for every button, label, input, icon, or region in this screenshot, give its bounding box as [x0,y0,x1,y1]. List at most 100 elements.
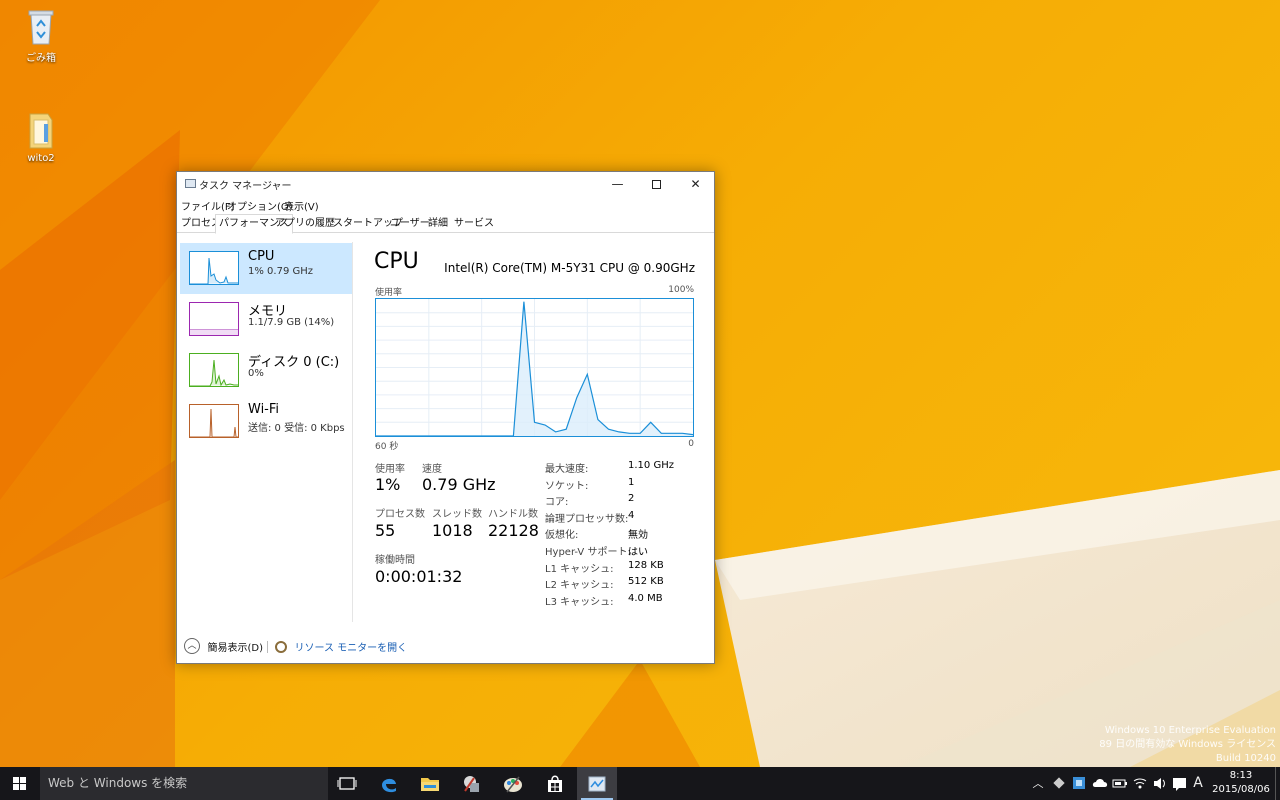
disk-thumbnail-graph [189,353,239,387]
task-view-icon [337,777,357,790]
spec-label: L1 キャッシュ: [545,564,614,575]
speaker-icon [1154,778,1165,789]
minimize-button[interactable]: — [598,172,637,196]
handles-value: 22128 [488,521,539,540]
spec-value: はい [628,547,648,558]
spec-label: 仮想化: [545,530,579,541]
store-icon [548,775,562,792]
performance-content: CPU 1% 0.79 GHz メモリ 1.1/7.9 GB (14%) ディス… [177,234,714,629]
close-icon: ✕ [690,177,701,191]
spec-value: 1.10 GHz [628,460,674,471]
speed-label: 速度 [422,464,442,475]
open-resource-monitor-link[interactable]: リソース モニターを開く [275,639,407,654]
sidebar-item-memory[interactable]: メモリ 1.1/7.9 GB (14%) [180,294,352,345]
show-hidden-icons-button[interactable]: ︿ [1030,767,1046,800]
cpu-heading: CPU [374,249,419,274]
graph-label-usage: 使用率 [375,288,403,298]
taskbar-search-box[interactable]: Web と Windows を検索 [40,767,328,800]
cpu-detail-panel: CPU Intel(R) Core(TM) M-5Y31 CPU @ 0.90G… [373,234,703,629]
menu-options[interactable]: オプション(O) [227,198,293,213]
task-manager-taskbar-button[interactable] [577,767,617,800]
spec-label: ソケット: [545,481,589,492]
recycle-bin-icon [24,6,58,46]
store-taskbar-button[interactable] [535,767,575,800]
edge-taskbar-button[interactable] [369,767,409,800]
fewer-details-button[interactable]: ︿ 簡易表示(D) [184,638,263,654]
spec-value: 無効 [628,530,648,541]
tray-app-button[interactable] [1070,767,1088,800]
show-desktop-button[interactable] [1275,767,1280,800]
graph-label-60s: 60 秒 [375,442,399,452]
onedrive-button[interactable] [1090,767,1110,800]
sidebar-disk-sub: 0% [248,368,264,379]
spec-label: Hyper-V サポート: [545,547,631,558]
wifi-thumbnail-graph [189,404,239,438]
tab-app-history[interactable]: アプリの履歴 [272,215,338,233]
close-button[interactable]: ✕ [676,172,715,196]
start-button[interactable] [0,767,40,800]
app-b-taskbar-button[interactable] [493,767,533,800]
spec-label: L3 キャッシュ: [545,597,614,608]
spec-value: 2 [628,493,635,504]
tray-app-button[interactable] [1050,767,1068,800]
edge-icon [382,778,396,793]
tab-bar: プロセス パフォーマンス アプリの履歴 スタートアップ ユーザー 詳細 サービス [177,214,714,234]
app-icon-b [504,776,522,793]
task-manager-app-icon [185,179,196,188]
threads-label: スレッド数 [432,509,482,520]
sidebar-item-wifi[interactable]: Wi-Fi 送信: 0 受信: 0 Kbps [180,396,352,447]
app-icon-a [464,776,479,792]
taskbar: Web と Windows を検索 ︿ A 8:13 2015/08/06 [0,767,1280,800]
sidebar-item-cpu[interactable]: CPU 1% 0.79 GHz [180,243,352,294]
graph-label-100: 100% [668,285,694,295]
spec-label: 論理プロセッサ数: [545,514,629,525]
battery-icon [1112,779,1127,788]
window-footer: ︿ 簡易表示(D) リソース モニターを開く [177,635,714,663]
uptime-value: 0:00:01:32 [375,567,463,586]
task-view-button[interactable] [327,767,367,800]
cpu-model: Intel(R) Core(TM) M-5Y31 CPU @ 0.90GHz [444,261,695,275]
resource-sidebar: CPU 1% 0.79 GHz メモリ 1.1/7.9 GB (14%) ディス… [180,243,352,447]
title-bar[interactable]: タスク マネージャー — ✕ [177,172,714,196]
diamond-icon [1053,777,1065,789]
sidebar-wifi-name: Wi-Fi [248,402,280,417]
clock-time: 8:13 [1229,770,1253,781]
app-a-taskbar-button[interactable] [452,767,492,800]
cpu-thumbnail-graph [189,251,239,285]
folder-icon [24,110,58,150]
spec-value: 128 KB [628,560,664,571]
menu-bar: ファイル(F) オプション(O) 表示(V) [177,196,714,214]
cpu-usage-chart-svg [376,299,694,437]
chevron-up-icon: ︿ [1032,777,1044,790]
maximize-button[interactable] [637,172,676,196]
handles-label: ハンドル数 [488,509,538,520]
spec-value: 512 KB [628,576,664,587]
folder-desktop-icon[interactable]: wito2 [6,110,76,164]
speed-value: 0.79 GHz [422,475,496,494]
spec-value: 4.0 MB [628,593,663,604]
sidebar-cpu-name: CPU [248,249,275,264]
usage-label: 使用率 [375,464,405,475]
recycle-bin-desktop-icon[interactable]: ごみ箱 [6,6,76,64]
taskbar-clock[interactable]: 8:13 2015/08/06 [1212,769,1270,797]
tab-services[interactable]: サービス [451,215,497,233]
chevron-up-icon: ︿ [184,638,200,654]
action-center-button[interactable] [1171,767,1189,800]
wifi-signal-icon [1133,778,1147,789]
volume-button[interactable] [1151,767,1169,800]
footer-separator [267,641,268,653]
menu-view[interactable]: 表示(V) [284,198,319,213]
file-explorer-taskbar-button[interactable] [410,767,450,800]
memory-thumbnail-graph [189,302,239,336]
tab-details[interactable]: 詳細 [425,215,451,233]
processes-value: 55 [375,521,396,540]
sidebar-item-disk[interactable]: ディスク 0 (C:) 0% [180,345,352,396]
battery-button[interactable] [1111,767,1129,800]
recycle-bin-label: ごみ箱 [26,53,56,64]
wifi-button[interactable] [1131,767,1149,800]
maximize-icon [652,180,661,189]
notification-icon [1173,778,1186,791]
ime-indicator[interactable]: A [1190,767,1206,800]
sidebar-cpu-sub: 1% 0.79 GHz [248,266,314,277]
folder-label: wito2 [27,153,55,164]
